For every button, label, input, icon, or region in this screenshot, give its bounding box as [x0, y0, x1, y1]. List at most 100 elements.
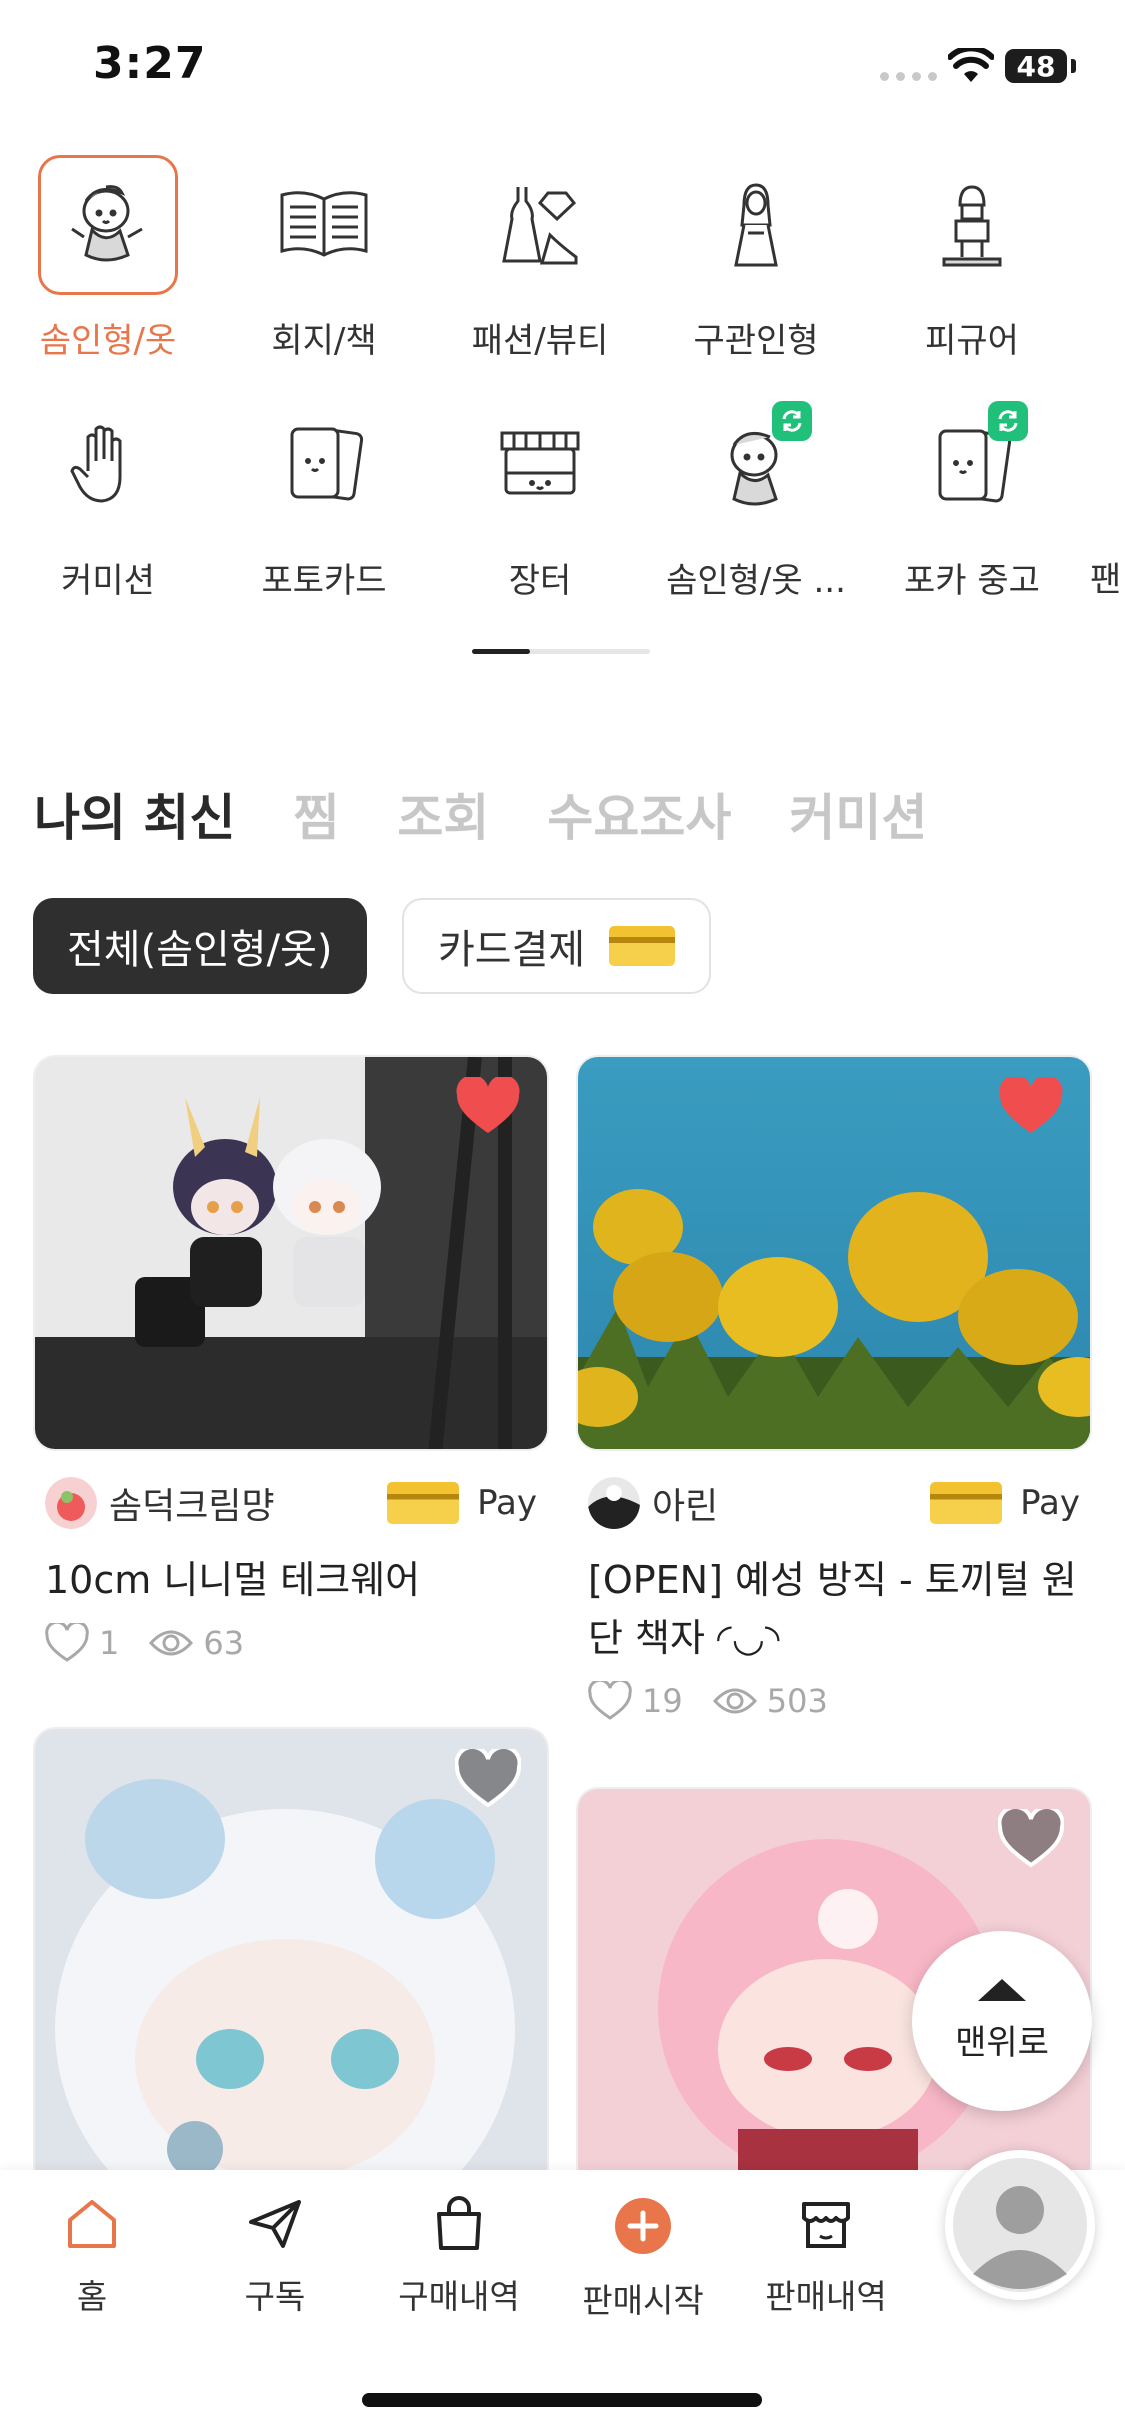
- nav-sales[interactable]: 판매내역: [736, 2196, 916, 2318]
- nav-start-selling[interactable]: 판매시작: [553, 2196, 733, 2322]
- category-ball-jointed-doll[interactable]: 구관인형: [648, 155, 864, 362]
- product-card[interactable]: 솜덕크림먕 Pay 10cm 니니멀 테크웨어 1 63: [33, 1055, 549, 1663]
- wifi-icon: [948, 48, 994, 82]
- arrow-up-icon: [978, 1978, 1026, 2001]
- seller-info[interactable]: 아린: [588, 1477, 718, 1529]
- nav-subscribe[interactable]: 구독: [185, 2196, 365, 2318]
- plus-circle-icon: [615, 2198, 671, 2254]
- product-card[interactable]: 아린 Pay [OPEN] 예성 방직 - 토끼털 원단 책자 ◜◡◝ 19 5…: [576, 1055, 1092, 1721]
- doll-icon: [38, 155, 178, 295]
- category-filter-chip[interactable]: 전체(솜인형/옷): [33, 898, 367, 994]
- nav-label: 판매시작: [582, 2281, 704, 2320]
- battery-tip: [1071, 59, 1076, 73]
- nav-label: 구독: [244, 2277, 306, 2316]
- view-count-icon: [149, 1630, 194, 1656]
- category-label: 장터: [508, 561, 572, 601]
- seller-avatar: [588, 1477, 640, 1529]
- category-label: 피규어: [925, 321, 1019, 361]
- doll-swap-icon: [686, 395, 826, 535]
- tab-wishlist[interactable]: 찜: [293, 778, 339, 850]
- nav-label: 구매내역: [398, 2277, 520, 2316]
- nav-label: 홈: [76, 2277, 108, 2316]
- status-time: 3:27: [93, 38, 207, 89]
- category-label: 패션/뷰티: [471, 321, 609, 361]
- credit-card-icon: [387, 1482, 460, 1524]
- seller-name: 솜덕크림먕: [109, 1486, 275, 1527]
- tab-commission[interactable]: 커미션: [789, 778, 927, 850]
- ball-jointed-doll-icon: [686, 155, 826, 295]
- category-doll-used[interactable]: 솜인형/옷 ...: [648, 395, 864, 602]
- product-image[interactable]: [33, 1727, 549, 2187]
- heart-outline-icon[interactable]: [998, 1809, 1064, 1869]
- product-card[interactable]: [33, 1727, 549, 2187]
- card-payment-chip[interactable]: 카드결제: [402, 898, 712, 994]
- market-stall-icon: [470, 395, 610, 535]
- category-photocard-used[interactable]: 포카 중고: [864, 395, 1080, 602]
- scroll-to-top-button[interactable]: 맨위로: [912, 1931, 1092, 2111]
- heart-icon[interactable]: [455, 1077, 521, 1137]
- product-image[interactable]: [33, 1055, 549, 1451]
- hand-icon: [38, 395, 178, 535]
- tab-views[interactable]: 조회: [397, 778, 489, 850]
- swap-badge-icon: [988, 401, 1028, 441]
- category-books[interactable]: 회지/책: [216, 155, 432, 362]
- product-image[interactable]: [576, 1055, 1092, 1451]
- dress-gem-icon: [470, 155, 610, 295]
- like-count-icon: [588, 1681, 632, 1720]
- battery-indicator: 48: [1005, 49, 1067, 83]
- home-indicator: [362, 2393, 762, 2407]
- heart-outline-icon[interactable]: [455, 1749, 521, 1809]
- like-count: 19: [642, 1682, 683, 1720]
- credit-card-icon: [930, 1482, 1003, 1524]
- pay-label: Pay: [477, 1483, 537, 1523]
- pay-label: Pay: [1020, 1483, 1080, 1523]
- user-avatar-icon: [953, 2158, 1087, 2292]
- category-label: 포카 중고: [904, 561, 1040, 601]
- tab-demand-survey[interactable]: 수요조사: [547, 778, 731, 850]
- pay-badge: Pay: [387, 1482, 537, 1524]
- view-count: 503: [766, 1682, 828, 1720]
- category-label-partial[interactable]: 팬: [1090, 552, 1121, 601]
- photocard-icon: [254, 395, 394, 535]
- product-title[interactable]: 10cm 니니멀 테크웨어: [33, 1551, 549, 1609]
- book-icon: [254, 155, 394, 295]
- photocard-swap-icon: [902, 395, 1042, 535]
- category-label: 포토카드: [261, 561, 387, 601]
- swap-badge-icon: [772, 401, 812, 441]
- nav-home[interactable]: 홈: [2, 2196, 182, 2318]
- like-count: 1: [99, 1624, 120, 1662]
- product-stats: 1 63: [33, 1623, 549, 1663]
- category-label: 커미션: [61, 561, 155, 601]
- category-page-indicator: [472, 649, 650, 654]
- pay-badge: Pay: [930, 1482, 1080, 1524]
- product-title[interactable]: [OPEN] 예성 방직 - 토끼털 원단 책자 ◜◡◝: [576, 1551, 1092, 1667]
- category-fashion-beauty[interactable]: 패션/뷰티: [432, 155, 648, 362]
- nav-purchases[interactable]: 구매내역: [369, 2196, 549, 2318]
- paper-plane-icon: [249, 2200, 301, 2248]
- category-doll-clothes[interactable]: 솜인형/옷: [0, 155, 216, 362]
- category-label: 솜인형/옷 ...: [666, 561, 846, 601]
- shopping-bag-icon: [437, 2196, 481, 2250]
- credit-card-icon: [609, 926, 676, 966]
- store-icon: [802, 2202, 850, 2248]
- category-commission[interactable]: 커미션: [0, 395, 216, 602]
- scroll-to-top-label: 맨위로: [955, 2022, 1049, 2063]
- category-photocard[interactable]: 포토카드: [216, 395, 432, 602]
- like-count-icon: [45, 1623, 89, 1662]
- tab-latest[interactable]: 나의 최신: [34, 778, 235, 850]
- seller-name: 아린: [652, 1486, 719, 1527]
- nav-label: 판매내역: [765, 2277, 887, 2316]
- chip-label: 카드결제: [438, 927, 586, 973]
- view-count-icon: [712, 1688, 757, 1714]
- category-market[interactable]: 장터: [432, 395, 648, 602]
- category-label: 구관인형: [693, 321, 819, 361]
- seller-avatar: [45, 1477, 97, 1529]
- figure-icon: [902, 155, 1042, 295]
- heart-icon[interactable]: [998, 1077, 1064, 1137]
- view-count: 63: [203, 1624, 245, 1662]
- category-figure[interactable]: 피규어: [864, 155, 1080, 362]
- home-icon: [68, 2200, 116, 2248]
- category-label: 솜인형/옷: [39, 321, 177, 361]
- profile-button[interactable]: [945, 2150, 1095, 2300]
- seller-info[interactable]: 솜덕크림먕: [45, 1477, 275, 1529]
